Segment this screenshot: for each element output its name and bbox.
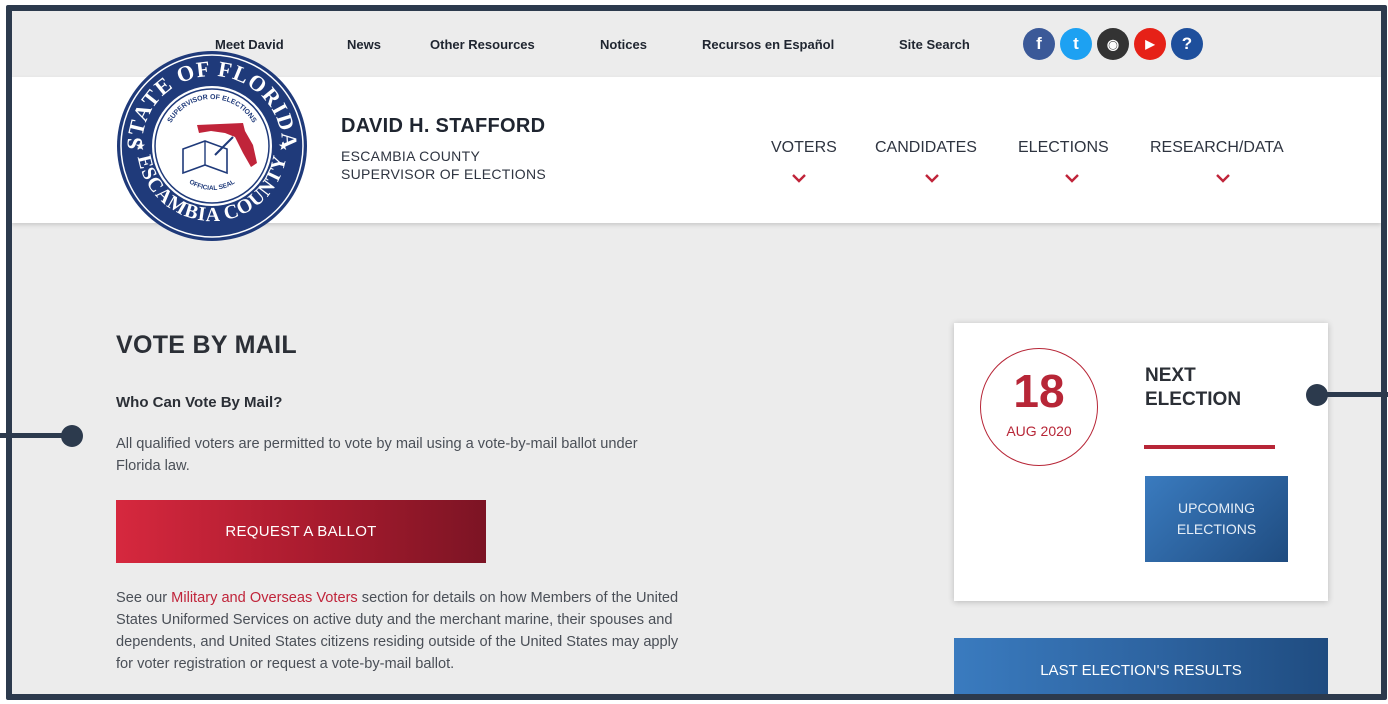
svg-text:★: ★	[135, 139, 146, 153]
instagram-icon[interactable]: ◉	[1097, 28, 1129, 60]
chevron-down-icon[interactable]	[1215, 173, 1231, 183]
callout-dot-left	[61, 425, 83, 447]
chevron-down-icon[interactable]	[924, 173, 940, 183]
nav-candidates[interactable]: CANDIDATES	[875, 139, 977, 157]
brand-county: ESCAMBIA COUNTY	[341, 148, 481, 164]
util-link-other-resources[interactable]: Other Resources	[430, 37, 535, 52]
brand-office: SUPERVISOR OF ELECTIONS	[341, 166, 547, 182]
county-seal-logo[interactable]: STATE OF FLORIDA ESCAMBIA COUNTY SUPERVI…	[115, 49, 309, 243]
callout-dot-right	[1306, 384, 1328, 406]
callout-line-right	[1318, 392, 1388, 397]
page-title: VOTE BY MAIL	[116, 331, 297, 359]
last-election-results-button[interactable]: LAST ELECTION'S RESULTS	[954, 638, 1328, 694]
screenshot-frame: Meet David News Other Resources Notices …	[6, 5, 1387, 700]
chevron-down-icon[interactable]	[791, 173, 807, 183]
request-ballot-button[interactable]: REQUEST A BALLOT	[116, 500, 486, 563]
svg-text:★: ★	[278, 139, 289, 153]
util-link-news[interactable]: News	[347, 37, 381, 52]
nav-elections[interactable]: ELECTIONS	[1018, 139, 1109, 157]
military-overseas-text: See our Military and Overseas Voters sec…	[116, 590, 679, 672]
util-link-recursos[interactable]: Recursos en Español	[702, 37, 834, 52]
eligibility-text: All qualified voters are permitted to vo…	[116, 436, 638, 474]
chevron-down-icon[interactable]	[1064, 173, 1080, 183]
twitter-icon[interactable]: t	[1060, 28, 1092, 60]
next-election-label-line2: ELECTION	[1145, 389, 1242, 410]
election-month-year: AUG 2020	[1006, 423, 1072, 439]
nav-research-data[interactable]: RESEARCH/DATA	[1150, 139, 1284, 157]
military-overseas-link[interactable]: Military and Overseas Voters	[171, 590, 358, 606]
election-date-circle: 18 AUG 2020	[980, 348, 1098, 466]
nav-voters[interactable]: VOTERS	[771, 139, 837, 157]
election-day: 18	[1013, 365, 1065, 417]
next-election-label-line1: NEXT	[1145, 365, 1196, 386]
util-link-site-search[interactable]: Site Search	[899, 37, 970, 52]
facebook-icon[interactable]: f	[1023, 28, 1055, 60]
help-icon[interactable]: ?	[1171, 28, 1203, 60]
upcoming-elections-button[interactable]: UPCOMING ELECTIONS	[1145, 476, 1288, 562]
util-link-notices[interactable]: Notices	[600, 37, 647, 52]
youtube-icon[interactable]: ▶	[1134, 28, 1166, 60]
next-election-card: 18 AUG 2020 NEXT ELECTION UPCOMING ELECT…	[954, 323, 1328, 601]
card-divider	[1144, 445, 1275, 449]
section-question: Who Can Vote By Mail?	[116, 394, 283, 411]
brand-name: DAVID H. STAFFORD	[341, 115, 546, 137]
